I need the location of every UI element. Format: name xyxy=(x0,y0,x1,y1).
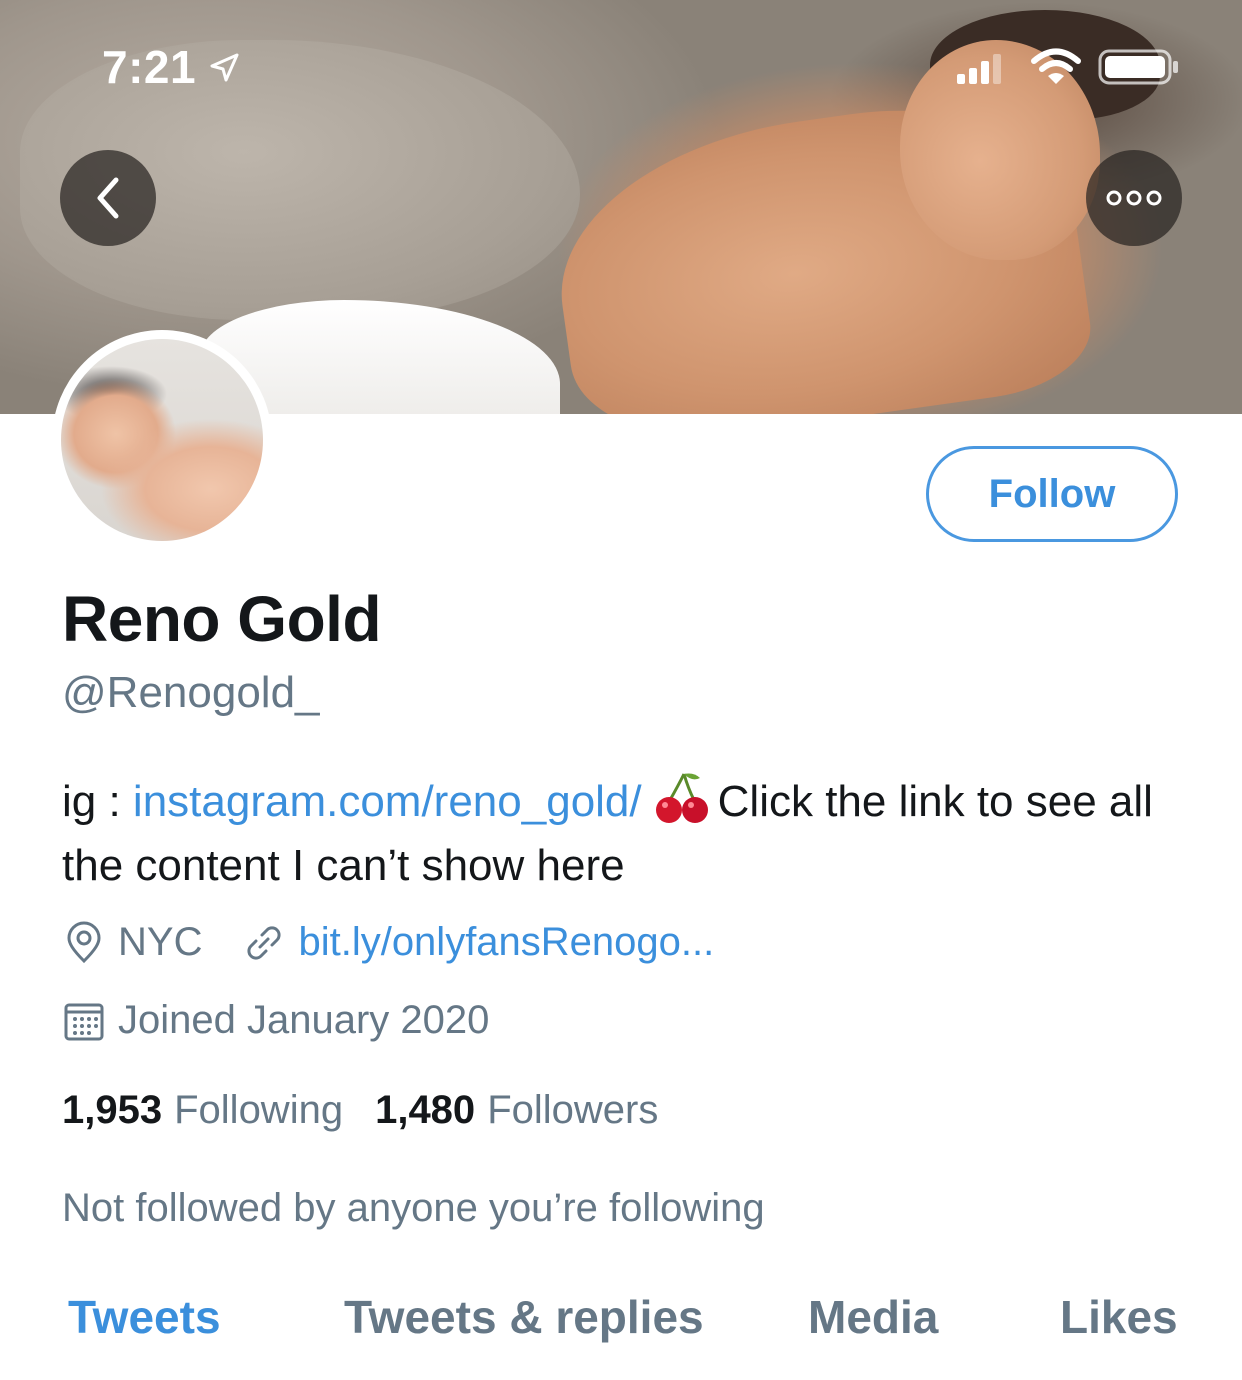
profile-tabs: Tweets Tweets & replies Media Likes xyxy=(0,1290,1242,1360)
bio-prefix: ig : xyxy=(62,777,133,826)
signal-icon xyxy=(957,54,1001,84)
website-link[interactable]: bit.ly/onlyfansRenogo... xyxy=(298,920,714,965)
tab-media[interactable]: Media xyxy=(808,1290,938,1344)
chevron-left-icon xyxy=(97,177,119,219)
profile-meta-row: NYC bit.ly/onlyfansRenogo... xyxy=(62,920,714,965)
location-pin-icon xyxy=(67,921,101,963)
followers-count-link[interactable]: 1,480 Followers xyxy=(375,1088,658,1133)
following-label: Following xyxy=(174,1088,344,1132)
profile-joined-row: Joined January 2020 xyxy=(62,998,489,1043)
following-count: 1,953 xyxy=(62,1088,163,1132)
display-name: Reno Gold xyxy=(62,583,382,655)
user-handle: @Renogold_ xyxy=(62,668,320,717)
status-bar: 7:21 xyxy=(0,0,1242,130)
following-count-link[interactable]: 1,953 Following xyxy=(62,1088,343,1133)
more-horizontal-icon xyxy=(1106,190,1162,206)
tab-tweets[interactable]: Tweets xyxy=(68,1290,221,1344)
avatar[interactable] xyxy=(52,330,272,550)
cherry-icon xyxy=(655,773,708,823)
tab-likes[interactable]: Likes xyxy=(1060,1290,1178,1344)
status-time: 7:21 xyxy=(102,41,197,93)
bio: ig : instagram.com/reno_gold/ Click the … xyxy=(62,770,1182,898)
joined-date: Joined January 2020 xyxy=(118,998,490,1042)
followers-label: Followers xyxy=(487,1088,659,1132)
battery-icon xyxy=(1098,49,1178,85)
followers-count: 1,480 xyxy=(375,1088,476,1132)
follow-counts: 1,953 Following 1,480 Followers xyxy=(62,1088,658,1133)
follow-button[interactable]: Follow xyxy=(926,446,1178,542)
tab-tweets-and-replies[interactable]: Tweets & replies xyxy=(344,1290,704,1344)
back-button[interactable] xyxy=(60,150,156,246)
link-icon xyxy=(247,925,282,960)
calendar-icon xyxy=(64,1003,104,1040)
bio-instagram-link[interactable]: instagram.com/reno_gold/ xyxy=(133,777,642,826)
avatar-image xyxy=(61,339,263,541)
followed-by-text: Not followed by anyone you’re following xyxy=(62,1186,765,1230)
location-text: NYC xyxy=(118,920,203,964)
wifi-icon xyxy=(1031,48,1081,84)
more-options-button[interactable] xyxy=(1086,150,1182,246)
location-arrow-icon xyxy=(210,53,239,82)
